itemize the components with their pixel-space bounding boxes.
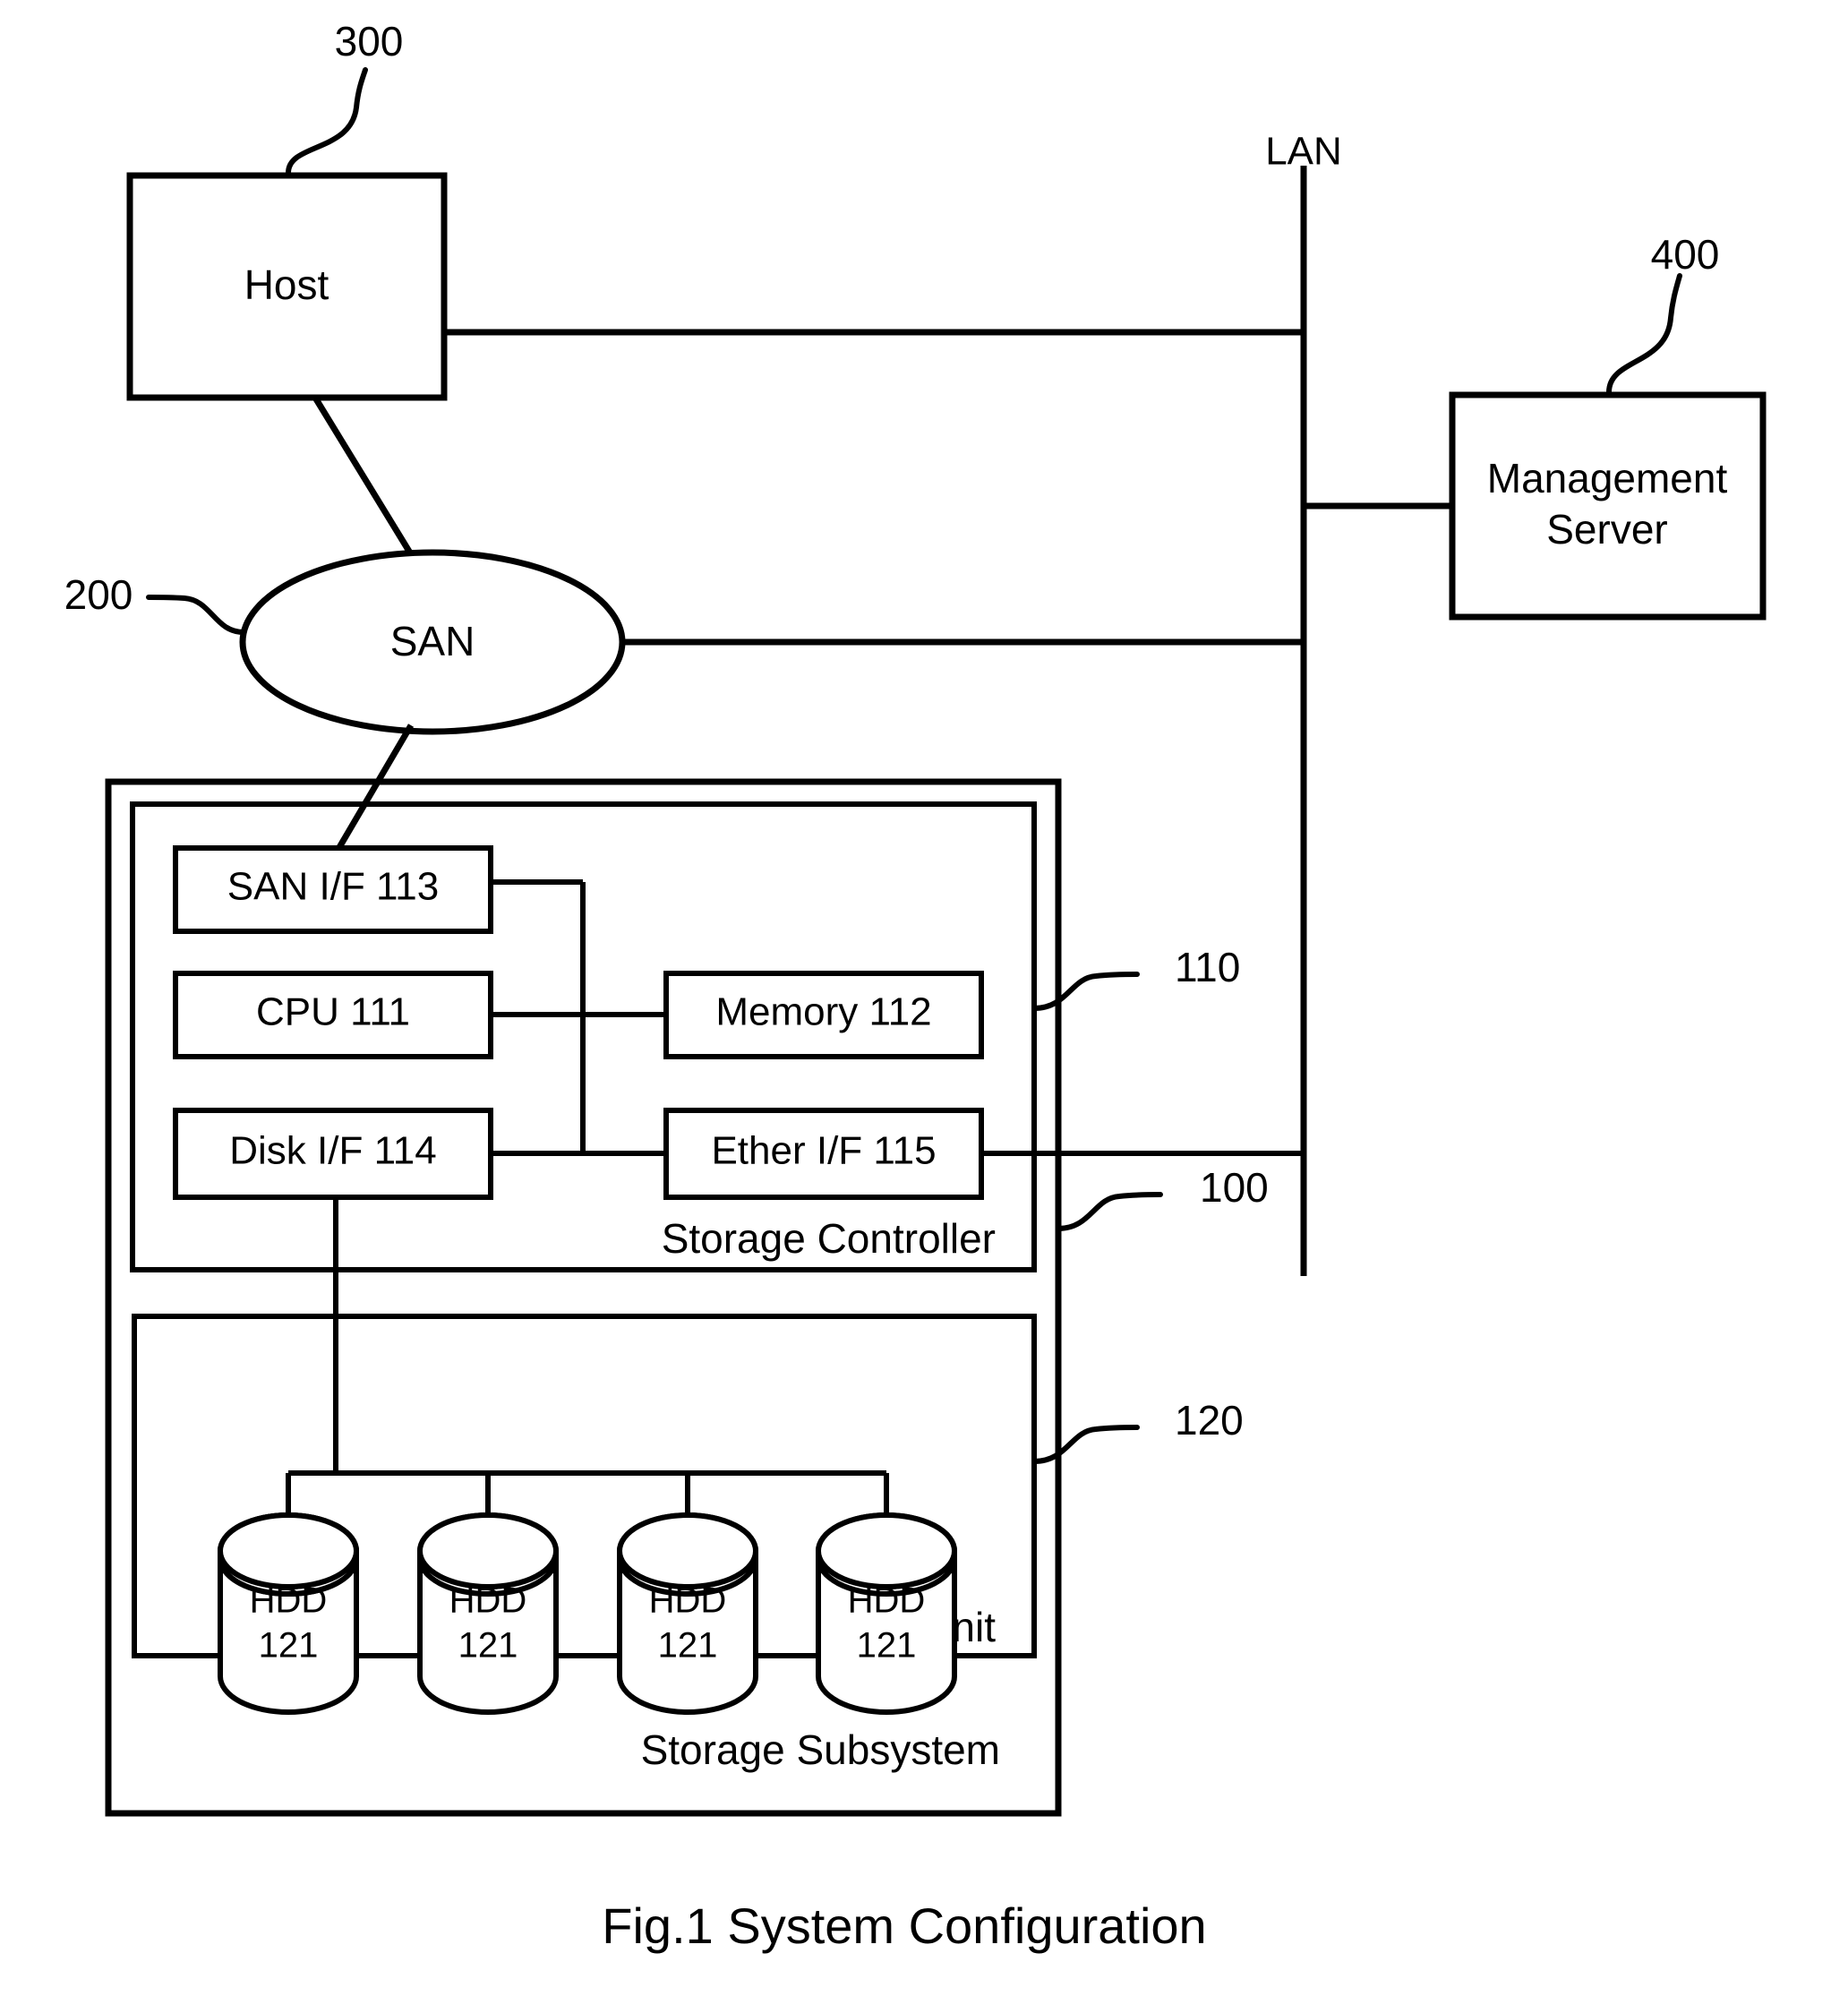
memory-label: Memory 112: [715, 990, 931, 1034]
san-if-label: SAN I/F 113: [227, 865, 439, 909]
hdd-cylinder-4[interactable]: HDD 121: [816, 1512, 957, 1715]
hdd-label-3-line2: 121: [658, 1626, 718, 1666]
host-ref-number: 300: [335, 18, 404, 64]
disk-unit-ref-leader: [1031, 1425, 1140, 1464]
hdd-cylinder-top-4: [816, 1512, 957, 1589]
disk-unit-ref-number: 120: [1175, 1397, 1244, 1443]
storage-subsystem-label: Storage Subsystem: [641, 1726, 1000, 1773]
storage-controller-label: Storage Controller: [662, 1215, 996, 1262]
management-server-ref-number: 400: [1651, 231, 1720, 278]
host-to-san-link: [312, 396, 424, 572]
hdd-label-4-line2: 121: [857, 1626, 917, 1666]
system-configuration-diagram: LAN Host 300 SAN 200 Management Server 4…: [64, 18, 1767, 1954]
san-label: SAN: [390, 618, 475, 664]
hdd-label-1-line1: HDD: [250, 1581, 328, 1621]
hdd-cylinder-3[interactable]: HDD 121: [617, 1512, 758, 1715]
hdd-label-4-line1: HDD: [848, 1581, 926, 1621]
management-server-label-line1: Management: [1487, 455, 1728, 501]
storage-controller-ref-number: 110: [1175, 944, 1240, 990]
host-label: Host: [244, 261, 329, 308]
storage-controller-ref-leader: [1031, 972, 1140, 1011]
ether-if-label: Ether I/F 115: [711, 1129, 936, 1173]
management-server-label-line2: Server: [1546, 506, 1667, 553]
hdd-cylinder-top-1: [218, 1512, 359, 1589]
management-server-ref-leader: [1606, 273, 1682, 395]
san-ref-number: 200: [64, 571, 133, 618]
hdd-label-2-line2: 121: [458, 1626, 518, 1666]
lan-label: LAN: [1265, 130, 1342, 174]
host-ref-leader: [286, 67, 368, 176]
figure-root: LAN Host 300 SAN 200 Management Server 4…: [0, 0, 1848, 2013]
storage-subsystem-ref-leader: [1056, 1192, 1163, 1231]
hdd-cylinder-2[interactable]: HDD 121: [417, 1512, 559, 1715]
hdd-cylinder-top-2: [417, 1512, 559, 1589]
figure-caption: Fig.1 System Configuration: [602, 1897, 1206, 1954]
hdd-cylinder-top-3: [617, 1512, 758, 1589]
disk-if-label: Disk I/F 114: [229, 1129, 436, 1173]
hdd-label-1-line2: 121: [259, 1626, 319, 1666]
san-ref-leader: [146, 595, 246, 635]
cpu-label: CPU 111: [256, 990, 410, 1034]
storage-subsystem-ref-number: 100: [1200, 1164, 1269, 1211]
hdd-label-3-line1: HDD: [649, 1581, 727, 1621]
hdd-cylinder-1[interactable]: HDD 121: [218, 1512, 359, 1715]
san-to-san-if-link: [335, 724, 415, 851]
hdd-label-2-line1: HDD: [449, 1581, 527, 1621]
